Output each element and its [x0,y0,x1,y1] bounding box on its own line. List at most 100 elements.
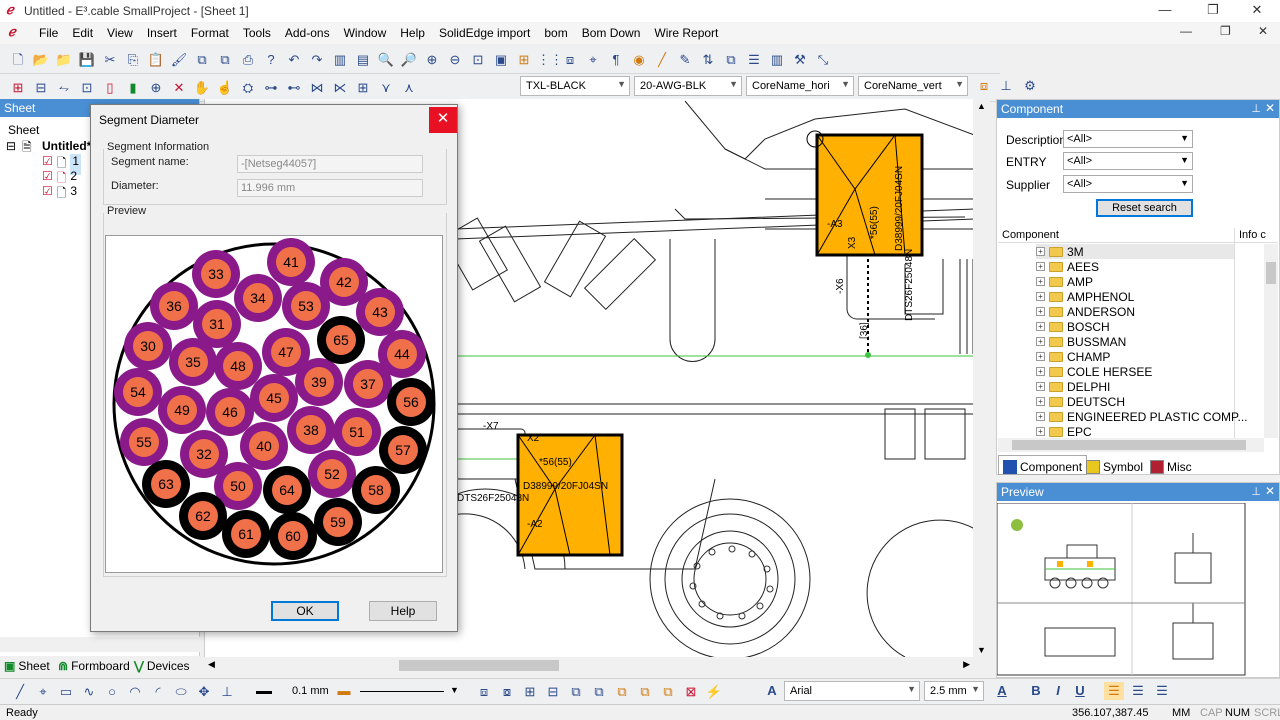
expand-icon[interactable]: + [1036,412,1045,421]
help-button[interactable]: Help [369,601,437,621]
wire-46[interactable]: 46 [206,388,254,436]
scroll-right-icon[interactable]: ▶ [963,659,970,670]
list-icon[interactable]: ☰ [744,51,764,69]
save-icon[interactable]: 💾 [77,51,97,69]
pin-icon[interactable]: ⊥ [1251,102,1261,115]
expand-icon[interactable]: + [1036,277,1045,286]
node1-icon[interactable]: ⊶ [261,79,281,97]
expand-icon[interactable]: + [1036,397,1045,406]
wire-41[interactable]: 41 [267,238,315,286]
list-item[interactable]: + BOSCH [1036,319,1110,334]
wire-54[interactable]: 54 [114,368,162,416]
wire-56[interactable]: 56 [387,378,435,426]
expand-icon[interactable]: + [1036,292,1045,301]
remove-icon[interactable]: ⊠ [681,683,701,701]
list-item[interactable]: + DEUTSCH [1036,394,1125,409]
mdi-minimize-icon[interactable]: — [1180,24,1192,38]
underline-icon[interactable]: U [1070,682,1090,700]
align-center-icon[interactable]: ☰ [1128,682,1148,700]
line-width-icon[interactable] [256,691,272,694]
bring-forward-icon[interactable]: ⧉ [589,683,609,701]
back-icon[interactable]: ⧉ [658,683,678,701]
ellipse-icon[interactable]: ⬭ [171,683,191,701]
wire-37[interactable]: 37 [344,360,392,408]
format-painter-icon[interactable]: 🖌 [169,51,189,69]
text-position-icon[interactable]: ⊥ [996,77,1016,95]
paste-icon[interactable]: 📋 [146,51,166,69]
menu-wire-report[interactable]: Wire Report [647,26,725,40]
wire-35[interactable]: 35 [169,338,217,386]
tab-devices[interactable]: ⋁ Devices [134,656,190,676]
line-icon[interactable]: ╱ [10,683,30,701]
expand-icon[interactable]: + [1036,382,1045,391]
text-icon[interactable]: A [762,682,782,700]
lock-icon[interactable]: ⊟ [543,683,563,701]
pin-icon[interactable]: ⊥ [1251,485,1261,498]
front-icon[interactable]: ⧉ [635,683,655,701]
move-icon[interactable]: ✥ [194,683,214,701]
target-icon[interactable]: ⊕ [146,79,166,97]
mdi-restore-icon[interactable]: ❐ [1220,24,1231,38]
core-name-hori-select[interactable]: CoreName_hori ▼ [746,76,854,96]
wire-36[interactable]: 36 [150,282,198,330]
export-icon[interactable]: ⧉ [192,51,212,69]
list-item[interactable]: + ENGINEERED PLASTIC COMP... [1036,409,1248,424]
redo-icon[interactable]: ↷ [307,51,327,69]
wire-38[interactable]: 38 [287,406,335,454]
dialog-close-button[interactable]: ✕ [429,107,457,133]
duplicate-icon[interactable]: ⧉ [215,51,235,69]
snap-icon[interactable]: ⊞ [514,51,534,69]
wire-type-select[interactable]: TXL-BLACK ▼ [520,76,630,96]
entry-select[interactable]: <All> ▼ [1063,152,1193,170]
print-icon[interactable]: ⎙ [238,51,258,69]
hand-icon[interactable]: ✋ [192,79,212,97]
layer-icon[interactable]: ⧉ [566,683,586,701]
wire-58[interactable]: 58 [352,466,400,514]
wire-63[interactable]: 63 [142,460,190,508]
menu-addons[interactable]: Add-ons [278,26,337,40]
ungroup-icon[interactable]: ⧇ [497,683,517,701]
menu-help[interactable]: Help [393,26,432,40]
zoom-window-icon[interactable]: ▣ [491,51,511,69]
wire-48[interactable]: 48 [214,342,262,390]
text-align-icon[interactable]: ⧈ [974,77,994,95]
wire-43[interactable]: 43 [356,288,404,336]
menu-insert[interactable]: Insert [140,26,184,40]
expand-icon[interactable]: + [1036,427,1045,436]
magic-icon[interactable]: ⚡ [704,683,724,701]
list-item[interactable]: + EPC [1036,424,1092,439]
restore-icon[interactable]: ❐ [1190,0,1236,22]
view-icon[interactable]: ◉ [629,51,649,69]
wire-60[interactable]: 60 [269,512,317,560]
align-icon[interactable]: ⇅ [698,51,718,69]
curve-icon[interactable]: ∿ [79,683,99,701]
menu-edit[interactable]: Edit [65,26,100,40]
list-item[interactable]: + BUSSMAN [1036,334,1126,349]
scroll-left-icon[interactable]: ◀ [208,659,215,670]
symbol-icon[interactable]: ⊞ [520,683,540,701]
resize-icon[interactable]: ⤡ [813,51,833,69]
send-back-icon[interactable]: ⧉ [612,683,632,701]
tab-formboard[interactable]: ⋒ Formboard [58,656,130,676]
terminal-icon[interactable]: ⊡ [77,79,97,97]
zoom-out-icon[interactable]: 🔎 [399,51,419,69]
menu-format[interactable]: Format [184,26,236,40]
settings-icon[interactable]: ⚙ [1020,77,1040,95]
font-color-icon[interactable]: A [992,682,1012,700]
expand-icon[interactable]: + [1036,352,1045,361]
sheet-panel-hscroll[interactable] [0,637,200,652]
list-item[interactable]: + COLE HERSEE [1036,364,1152,379]
list-header-info[interactable]: Info c [1239,229,1266,241]
expand-icon[interactable]: + [1036,367,1045,376]
zoom-in-icon[interactable]: 🔍 [376,51,396,69]
line-style-select[interactable] [360,691,444,692]
wire-icon[interactable]: ⥊ [54,79,74,97]
circle-icon[interactable]: ○ [102,683,122,701]
list-item[interactable]: + DELPHI [1036,379,1110,394]
wire-61[interactable]: 61 [222,510,270,558]
plug-icon[interactable]: ▮ [123,79,143,97]
fill-icon[interactable]: ▬ [334,682,354,700]
reset-search-button[interactable]: Reset search [1096,199,1193,217]
menu-solidedge-import[interactable]: SolidEdge import [432,26,537,40]
branch2-icon[interactable]: ⋏ [399,79,419,97]
